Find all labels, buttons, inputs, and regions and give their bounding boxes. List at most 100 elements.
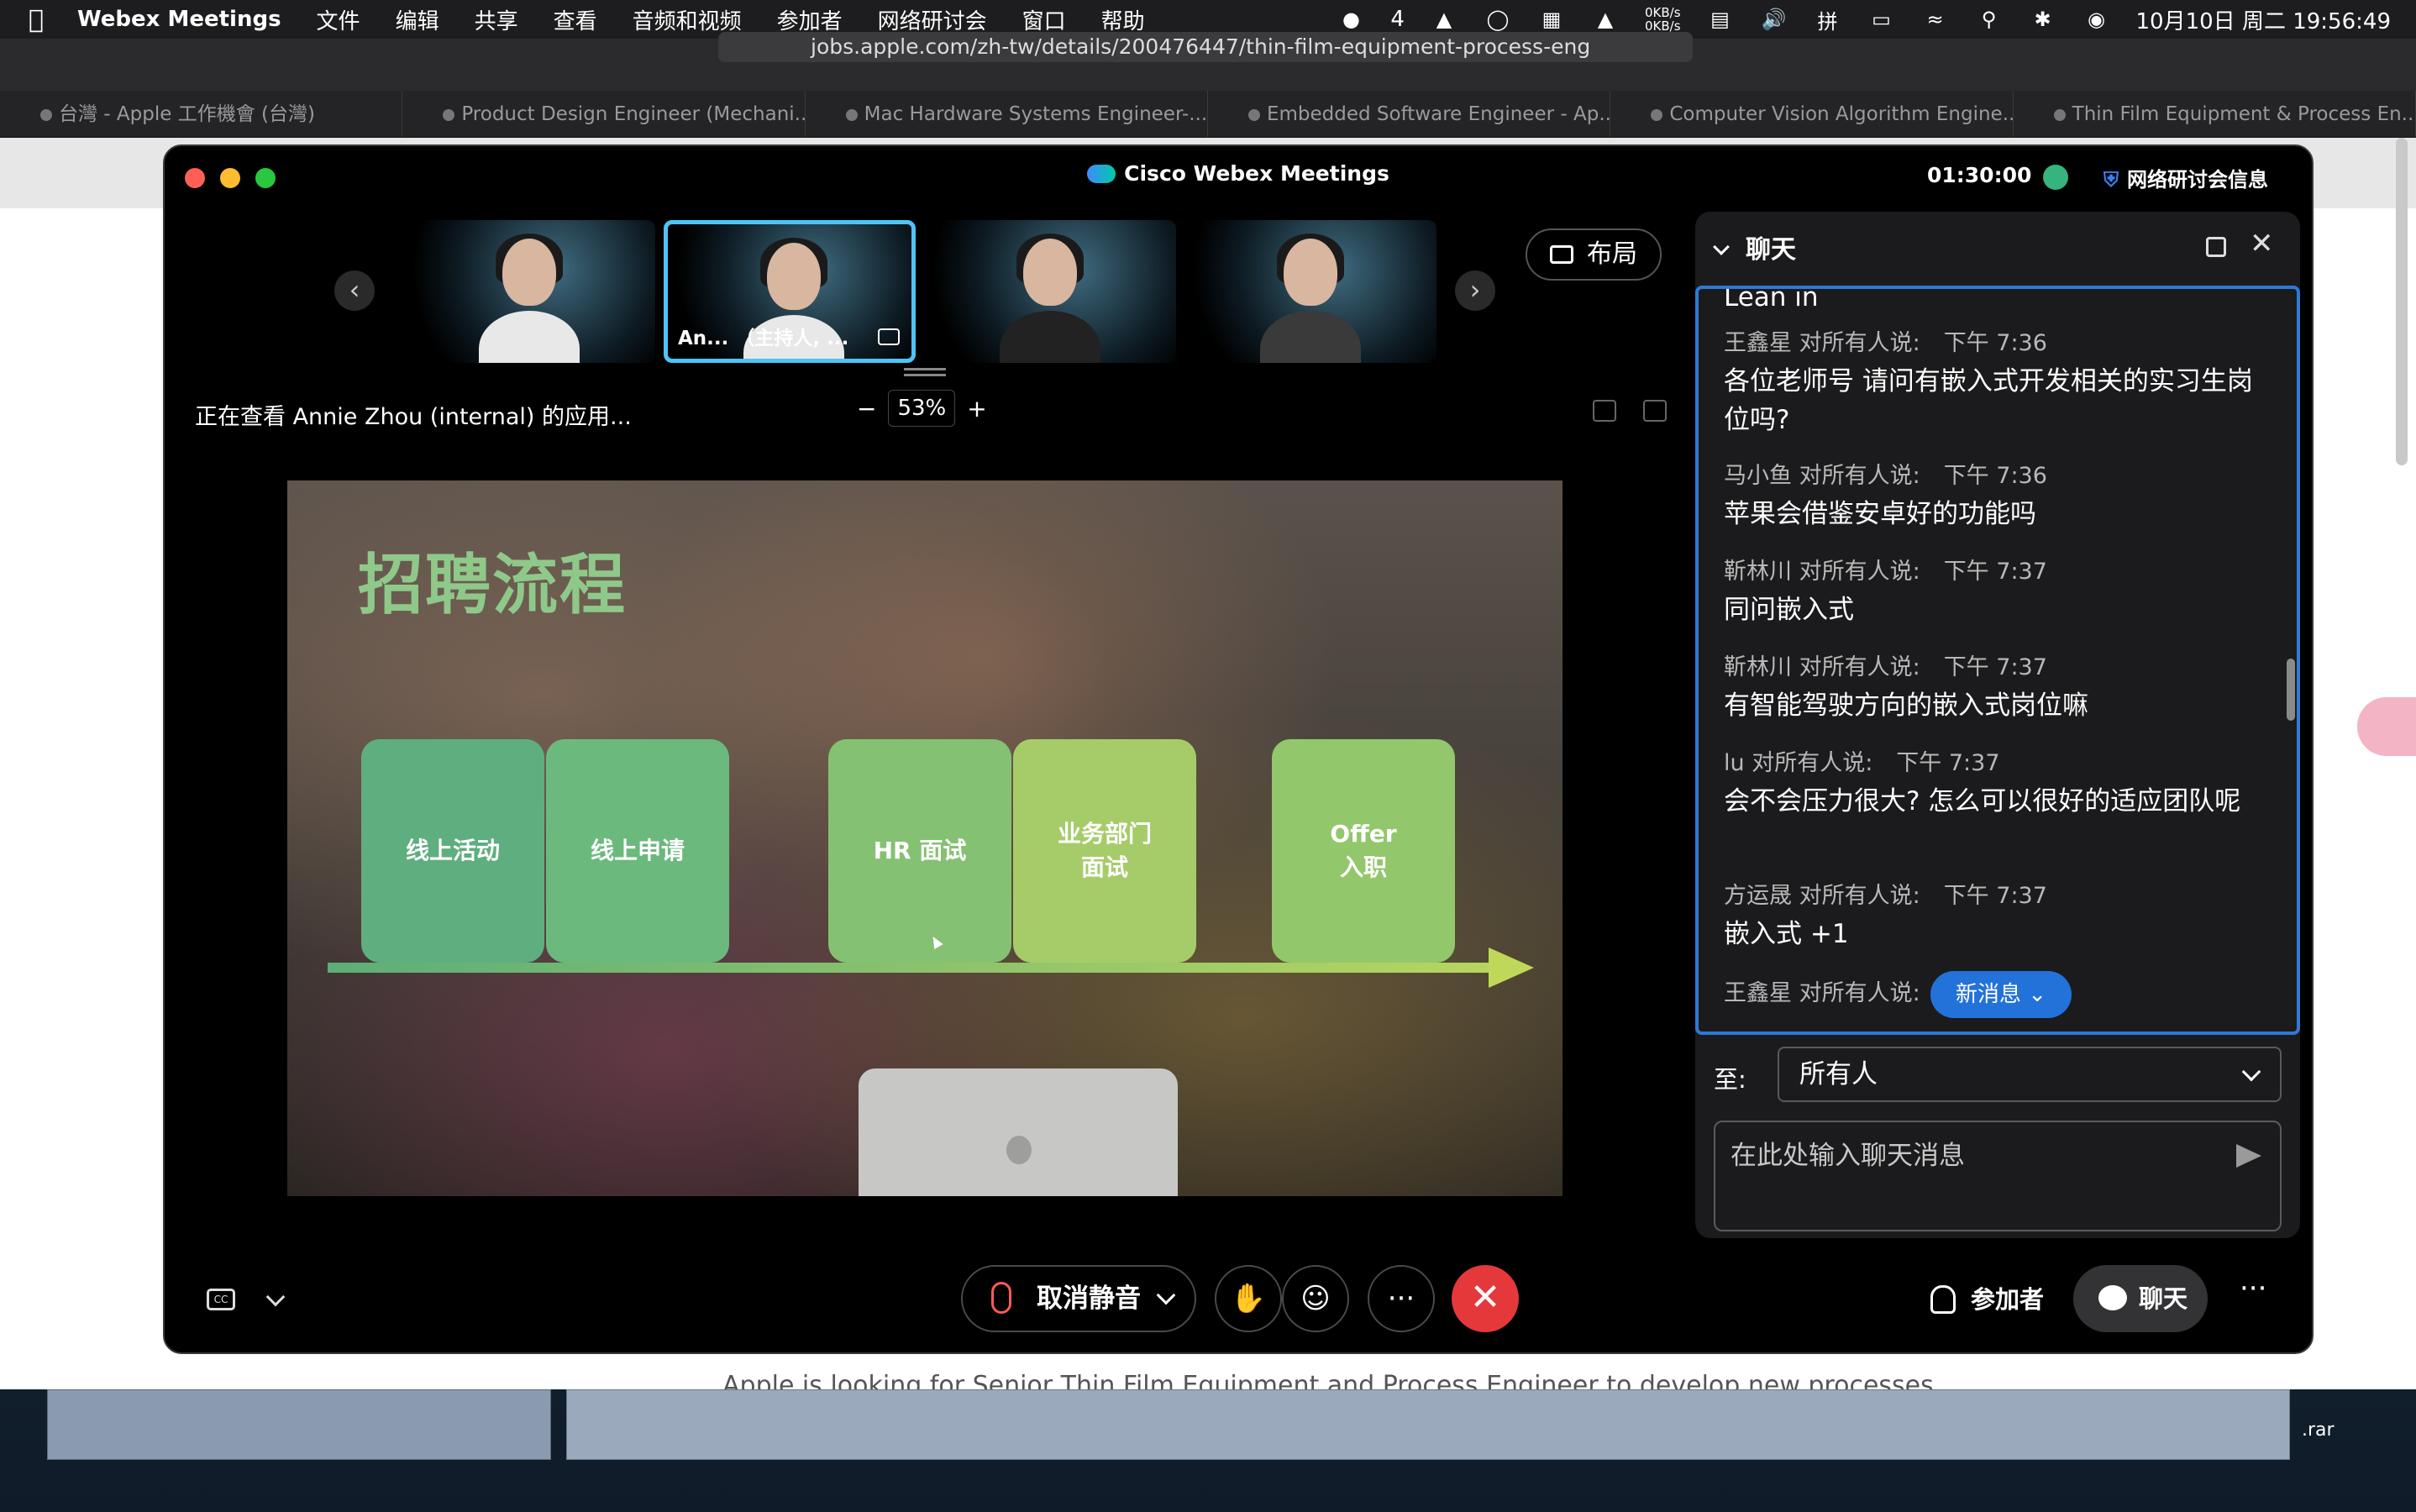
- participant-video: [1260, 234, 1361, 363]
- chat-message-text: 会不会压力很大? 怎么可以很好的适应团队呢: [1724, 786, 2241, 816]
- control-center-icon[interactable]: ◉: [2082, 8, 2111, 31]
- browser-tab[interactable]: Product Design Engineer (Mechani...: [402, 91, 806, 137]
- menu-help[interactable]: 帮助: [1101, 4, 1145, 35]
- wechat-icon[interactable]: ●: [1337, 8, 1365, 31]
- participant-thumbnail[interactable]: [1184, 220, 1436, 363]
- participants-button[interactable]: 参加者: [1927, 1270, 2044, 1329]
- chat-message: lu 对所有人说: 下午 7:37 会不会压力很大? 怎么可以很好的适应团队呢: [1724, 744, 2270, 821]
- popout-icon[interactable]: [2206, 237, 2226, 257]
- browser-tab[interactable]: Thin Film Equipment & Process En...: [2014, 91, 2416, 137]
- process-step: 线上申请: [546, 739, 729, 963]
- viewing-label: 正在查看 Annie Zhou (internal) 的应用...: [195, 404, 632, 430]
- desktop-strip: [566, 1389, 2290, 1460]
- calendar-icon[interactable]: ▦: [1537, 8, 1566, 31]
- memory-icon[interactable]: ▤: [1706, 8, 1735, 31]
- chat-sender: 靳林川 对所有人说:: [1724, 559, 1920, 585]
- process-step: Offer 入职: [1272, 739, 1455, 963]
- menu-audio-video[interactable]: 音频和视频: [633, 4, 742, 35]
- chat-message-text: 同问嵌入式: [1724, 595, 1854, 625]
- chat-message-list[interactable]: Lean in 王鑫星 对所有人说: 下午 7:36 各位老师号 请问有嵌入式开发…: [1695, 286, 2300, 1035]
- timeline-arrow-head: [1489, 948, 1534, 988]
- browser-tab[interactable]: 台灣 - Apple 工作機會 (台灣): [0, 91, 403, 137]
- chevron-down-icon: [2241, 1062, 2261, 1082]
- desktop-file[interactable]: .rar: [2302, 1420, 2335, 1441]
- close-icon[interactable]: ✕: [2250, 227, 2274, 260]
- chevron-down-icon[interactable]: [265, 1287, 286, 1307]
- thumbnails-next-button[interactable]: ›: [1455, 270, 1495, 311]
- volume-icon[interactable]: 🔊: [1760, 8, 1788, 31]
- chat-bubble-icon: [2098, 1285, 2127, 1310]
- zoom-value[interactable]: 53%: [888, 390, 956, 427]
- side-tool-badge[interactable]: [2357, 697, 2416, 756]
- leave-meeting-button[interactable]: ✕: [1452, 1265, 1519, 1332]
- chat-input[interactable]: 在此处输入聊天消息: [1714, 1121, 2282, 1231]
- participant-thumbnail[interactable]: [403, 220, 655, 363]
- chat-header[interactable]: 聊天: [1713, 228, 1796, 265]
- thumbnails-prev-button[interactable]: ‹: [334, 270, 375, 311]
- chat-scrollbar[interactable]: [2287, 659, 2295, 721]
- menu-file[interactable]: 文件: [317, 4, 360, 35]
- apple-menu-icon[interactable]: : [29, 5, 44, 34]
- webex-window: Cisco Webex Meetings 01:30:00 ⛨ 网络研讨会信息 ‹…: [163, 144, 2314, 1354]
- send-icon[interactable]: [2236, 1144, 2261, 1168]
- desktop-strip: [47, 1389, 551, 1460]
- meeting-timer: 01:30:00: [1927, 163, 2032, 187]
- resize-handle[interactable]: [904, 368, 946, 376]
- menu-edit[interactable]: 编辑: [396, 4, 439, 35]
- chat-time: 下午 7:37: [1943, 883, 2047, 909]
- browser-tab[interactable]: Mac Hardware Systems Engineer-...: [806, 91, 1208, 137]
- wifi-icon[interactable]: ≈: [1921, 8, 1950, 31]
- participants-label: 参加者: [1971, 1285, 2045, 1314]
- menu-participants[interactable]: 参加者: [777, 4, 843, 35]
- menu-share[interactable]: 共享: [475, 4, 518, 35]
- cat-icon[interactable]: ▲: [1591, 8, 1620, 31]
- reactions-button[interactable]: ☺: [1282, 1265, 1349, 1332]
- chat-button[interactable]: 聊天: [2073, 1265, 2208, 1332]
- chat-button-label: 聊天: [2139, 1284, 2188, 1313]
- unmute-button[interactable]: 取消静音: [961, 1265, 1196, 1332]
- smiley-icon: ☺: [1300, 1282, 1331, 1315]
- closed-captions-button[interactable]: CC: [207, 1289, 235, 1310]
- menu-window[interactable]: 窗口: [1022, 4, 1066, 35]
- apple-logo-icon: [1006, 1136, 1032, 1164]
- menu-webinar[interactable]: 网络研讨会: [878, 4, 987, 35]
- chevron-down-icon[interactable]: [1713, 239, 1730, 255]
- chat-message-text: 苹果会借鉴安卓好的功能吗: [1724, 499, 2036, 529]
- network-speed: 0KB/s 0KB/s: [1645, 6, 1681, 33]
- remote-control-icon[interactable]: [1643, 400, 1667, 422]
- chat-message-text: 各位老师号 请问有嵌入式开发相关的实习生岗位吗?: [1724, 366, 2253, 435]
- battery-icon[interactable]: ▭: [1867, 8, 1896, 31]
- chat-panel: 聊天 ✕ Lean in 王鑫星 对所有人说: 下午 7:36 各位老师号 请问有…: [1695, 212, 2300, 1238]
- raise-hand-button[interactable]: ✋: [1215, 1265, 1282, 1332]
- zoom-in-button[interactable]: +: [967, 395, 986, 423]
- process-step-label: 线上申请: [590, 837, 685, 864]
- bluetooth-icon[interactable]: ✱: [2029, 8, 2057, 31]
- browser-url-bar[interactable]: jobs.apple.com/zh-tw/details/200476447/t…: [718, 32, 1693, 62]
- search-icon[interactable]: ⚲: [1975, 8, 2004, 31]
- participant-thumbnail[interactable]: [924, 220, 1176, 363]
- process-step-label: HR 面试: [873, 837, 967, 864]
- chevron-down-icon[interactable]: [1156, 1285, 1176, 1305]
- input-method-icon[interactable]: 拼: [1814, 8, 1842, 34]
- annotate-icon[interactable]: [1593, 400, 1616, 422]
- chat-message-text: 嵌入式 +1: [1724, 919, 1849, 949]
- webinar-info-button[interactable]: ⛨ 网络研讨会信息: [2103, 163, 2268, 192]
- browser-scrollbar[interactable]: [2396, 138, 2408, 465]
- process-step-label: 线上活动: [405, 837, 500, 864]
- menu-app-name[interactable]: Webex Meetings: [77, 7, 281, 32]
- participant-thumbnail-host[interactable]: An... （主持人, ...: [664, 220, 916, 363]
- zoom-out-button[interactable]: −: [857, 395, 876, 423]
- menu-clock[interactable]: 10月10日 周二 19:56:49: [2136, 4, 2391, 35]
- shield-status-icon[interactable]: ◯: [1484, 8, 1512, 31]
- browser-tab-bar: 台灣 - Apple 工作機會 (台灣) Product Design Engi…: [0, 91, 2416, 138]
- recipient-select[interactable]: 所有人: [1778, 1047, 2282, 1102]
- more-options-button[interactable]: ···: [1368, 1265, 1435, 1332]
- connection-quality-icon[interactable]: [2043, 165, 2068, 190]
- browser-tab[interactable]: Embedded Software Engineer - Ap...: [1208, 91, 1611, 137]
- notification-icon[interactable]: ▲: [1430, 8, 1458, 31]
- new-message-button[interactable]: 新消息 ⌄: [1930, 971, 2072, 1018]
- layout-button[interactable]: 布局: [1526, 228, 1662, 281]
- more-options-right-button[interactable]: ···: [2240, 1272, 2266, 1305]
- browser-tab[interactable]: Computer Vision Algorithm Engine...: [1610, 91, 2014, 137]
- menu-view[interactable]: 查看: [554, 4, 597, 35]
